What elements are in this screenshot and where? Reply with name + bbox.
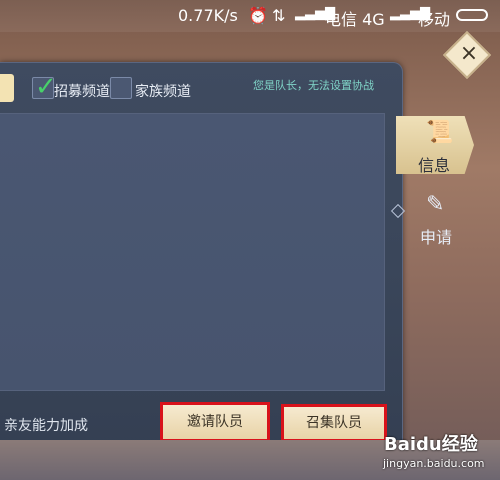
tab-apply[interactable]: ✎ 申请 (404, 188, 464, 248)
watermark-url: jingyan.baidu.com (383, 457, 485, 470)
close-button[interactable]: × (442, 30, 492, 80)
scroll-icon: 📜 (426, 120, 454, 145)
screen: 0.77K/s ⏰ ⇅ ▂▃▅▇ 电信 4G ▂▃▅▇ 移动 ✓ 招募频道 家族… (0, 0, 500, 480)
watermark-brand: Baidu经验 (384, 434, 478, 455)
battery-icon (456, 9, 488, 21)
alarm-icon: ⏰ (248, 6, 268, 25)
tab-stub[interactable] (0, 74, 14, 102)
team-panel: ✓ 招募频道 家族频道 您是队长，无法设置协战 亲友能力加成 邀请队员 召集队员 (0, 62, 403, 462)
network-speed: 0.77K/s (178, 6, 238, 25)
captain-hint: 您是队长，无法设置协战 (253, 79, 374, 92)
message-area (0, 113, 385, 391)
carrier1: 电信 4G (325, 10, 385, 29)
gather-members-button[interactable]: 召集队员 (281, 404, 387, 442)
status-bar: 0.77K/s ⏰ ⇅ ▂▃▅▇ 电信 4G ▂▃▅▇ 移动 (0, 0, 500, 32)
close-icon: × (459, 40, 479, 66)
recruit-channel-label: 招募频道 (54, 84, 110, 100)
tab-info[interactable]: 📜 信息 (396, 116, 476, 175)
feather-icon: ✎ (426, 192, 445, 217)
family-channel-label: 家族频道 (135, 84, 191, 100)
tab-apply-label: 申请 (420, 228, 453, 247)
invite-members-button[interactable]: 邀请队员 (160, 402, 270, 442)
family-channel-checkbox[interactable] (110, 77, 132, 99)
bonus-text: 亲友能力加成 (4, 418, 88, 434)
tab-info-label: 信息 (418, 156, 451, 175)
recruit-channel-checkbox[interactable]: ✓ (32, 72, 57, 102)
data-transfer-icon: ⇅ (272, 6, 286, 25)
carrier2: 移动 (418, 10, 451, 29)
